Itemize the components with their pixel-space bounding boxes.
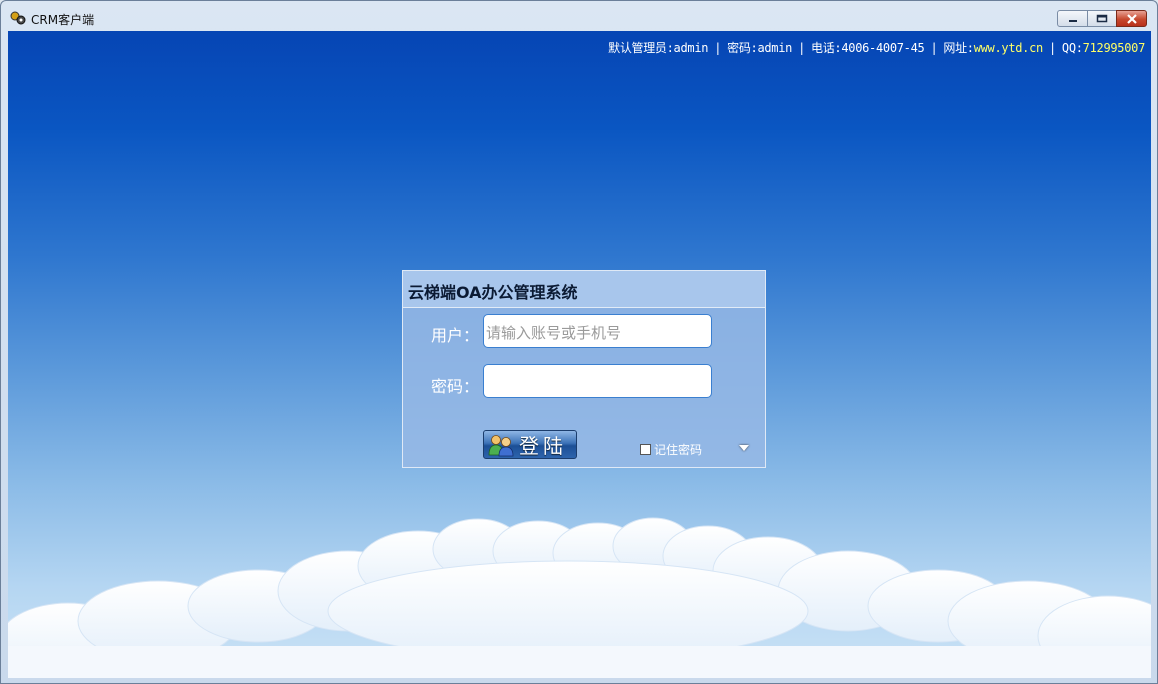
separator: | [1048,41,1056,55]
login-panel: 云梯端OA办公管理系统 用户： 密码： 登陆 记住密码 [402,270,766,468]
login-button[interactable]: 登陆 [483,430,577,459]
window-title: CRM客户端 [31,13,95,27]
separator: | [798,41,806,55]
remember-password-checkbox[interactable] [640,444,651,455]
contact-info-bar: 默认管理员:admin | 密码:admin | 电话:4006-4007-45 | 网址:… [608,39,1145,56]
close-icon[interactable] [1116,10,1147,27]
user-label: 用户： [431,326,480,345]
separator: | [930,41,938,55]
default-password-text: 密码:admin [727,41,793,55]
separator: | [714,41,722,55]
users-icon [487,433,515,457]
crm-app-icon [10,10,26,25]
system-title: 云梯端OA办公管理系统 [408,283,578,302]
website-label: 网址: [943,41,974,55]
website-link[interactable]: www.ytd.cn [974,41,1044,55]
maximize-icon[interactable] [1087,10,1117,27]
title-bar[interactable]: CRM客户端 [1,1,1157,31]
phone-text: 电话:4006-4007-45 [811,41,925,55]
login-button-label: 登陆 [519,434,567,458]
minimize-icon[interactable] [1057,10,1088,27]
qq-number: 712995007 [1082,41,1146,55]
default-admin-text: 默认管理员:admin [608,41,709,55]
username-input[interactable] [483,314,712,348]
dropdown-arrow-icon[interactable] [739,445,749,451]
window-controls [1057,10,1147,27]
qq-label: QQ: [1061,41,1083,55]
app-window: CRM客户端 默认管理员:admin | 密码:admin | 电话:4006-… [0,0,1158,684]
login-background: 默认管理员:admin | 密码:admin | 电话:4006-4007-45 | 网址:… [8,31,1151,678]
remember-password[interactable]: 记住密码 [640,441,702,458]
password-input[interactable] [483,364,712,398]
remember-password-label: 记住密码 [654,443,703,457]
password-label: 密码： [431,377,480,396]
